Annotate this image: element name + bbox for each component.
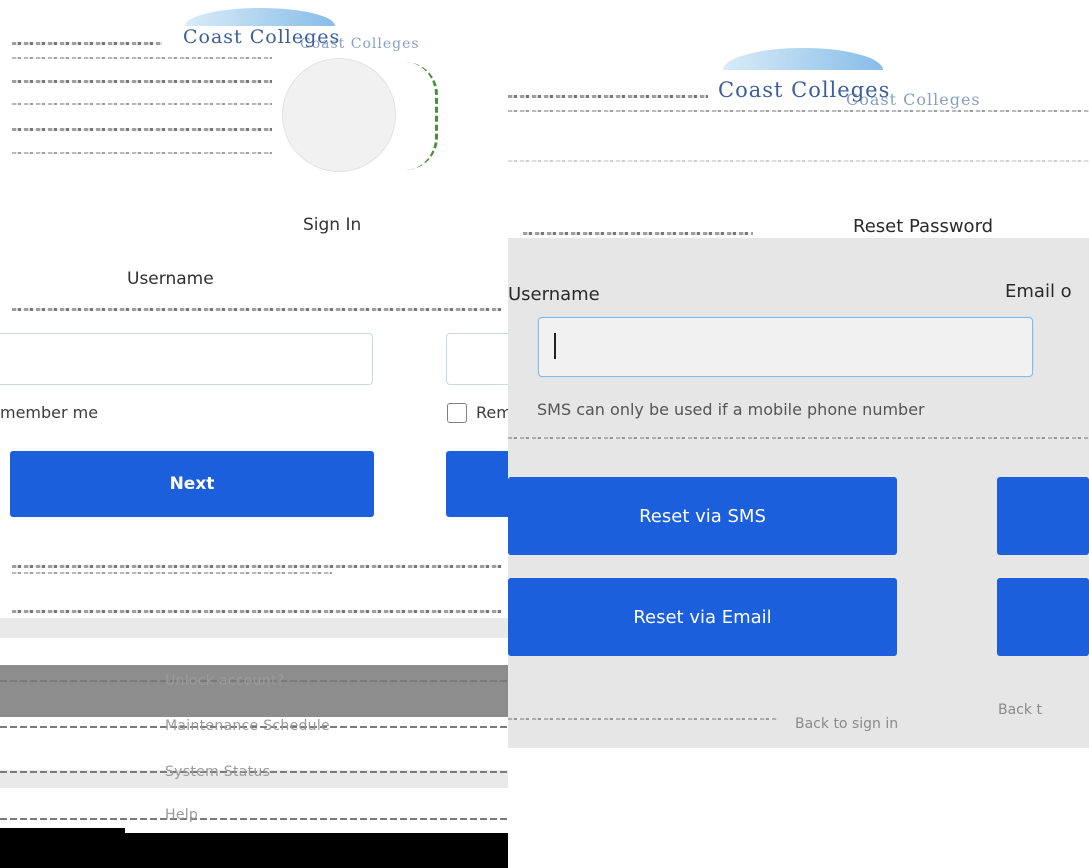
back-to-sign-in-link[interactable]: Back to sign in [795, 716, 898, 732]
bottom-bar [0, 833, 508, 868]
avatar [282, 58, 396, 172]
username-input[interactable] [0, 333, 373, 385]
next-button[interactable]: Next [10, 451, 374, 517]
logo-echo: Coast Colleges [300, 36, 420, 52]
sms-note: SMS can only be used if a mobile phone n… [537, 400, 925, 419]
logo-wave-icon [185, 8, 335, 26]
reset-username-input[interactable] [538, 317, 1033, 377]
avatar-ring [405, 62, 438, 170]
reset-via-email-button[interactable]: Reset via Email [508, 578, 897, 656]
reset-via-sms-button-duplicate[interactable] [997, 477, 1089, 555]
glitch-line [523, 232, 753, 235]
email-label: Email o [1005, 281, 1072, 302]
glitch-line [12, 565, 502, 568]
reset-password-panel: Coast Colleges Coast Colleges Reset Pass… [508, 0, 1089, 868]
username-label: Username [127, 269, 214, 289]
logo-wave-icon [723, 48, 883, 70]
sign-in-panel: Coast Colleges Coast Colleges Sign In Us… [0, 0, 508, 868]
footer-divider [0, 818, 508, 820]
back-to-sign-in-link-duplicate[interactable]: Back t [998, 702, 1042, 718]
header-noise [12, 57, 272, 59]
header-noise [508, 110, 1089, 112]
reset-password-title: Reset Password [853, 216, 994, 237]
remember-me-checkbox[interactable] [447, 403, 467, 423]
page-title: Sign In [303, 215, 362, 235]
username-input-duplicate[interactable] [446, 333, 508, 385]
header-noise [12, 152, 272, 154]
text-caret [554, 333, 556, 359]
glitch-line [12, 610, 502, 613]
reset-via-email-button-duplicate[interactable] [997, 578, 1089, 656]
footer-band [0, 618, 508, 638]
glitch-line [508, 437, 1089, 439]
glitch-line [12, 308, 502, 311]
footer-link-help[interactable]: Help [165, 807, 198, 823]
header-noise [12, 128, 272, 131]
header-noise [508, 160, 1089, 162]
header-noise [12, 42, 162, 45]
header-noise [508, 95, 708, 98]
glitch-line [12, 572, 332, 574]
remember-me-label: member me [0, 403, 99, 422]
reset-via-sms-button[interactable]: Reset via SMS [508, 477, 897, 555]
footer-link-maintenance-schedule[interactable]: Maintenance Schedule [165, 718, 330, 734]
username-label: Username [508, 284, 600, 305]
logo-echo: Coast Colleges [846, 90, 981, 109]
footer-link-system-status[interactable]: System Status [165, 764, 270, 780]
glitch-line [508, 718, 778, 720]
footer-link-unlock-account[interactable]: Unlock account? [165, 673, 285, 689]
remember-me-label-duplicate: Rem [476, 403, 508, 422]
next-button-duplicate[interactable] [446, 451, 508, 517]
header-noise [12, 80, 272, 83]
header-noise [12, 103, 272, 105]
